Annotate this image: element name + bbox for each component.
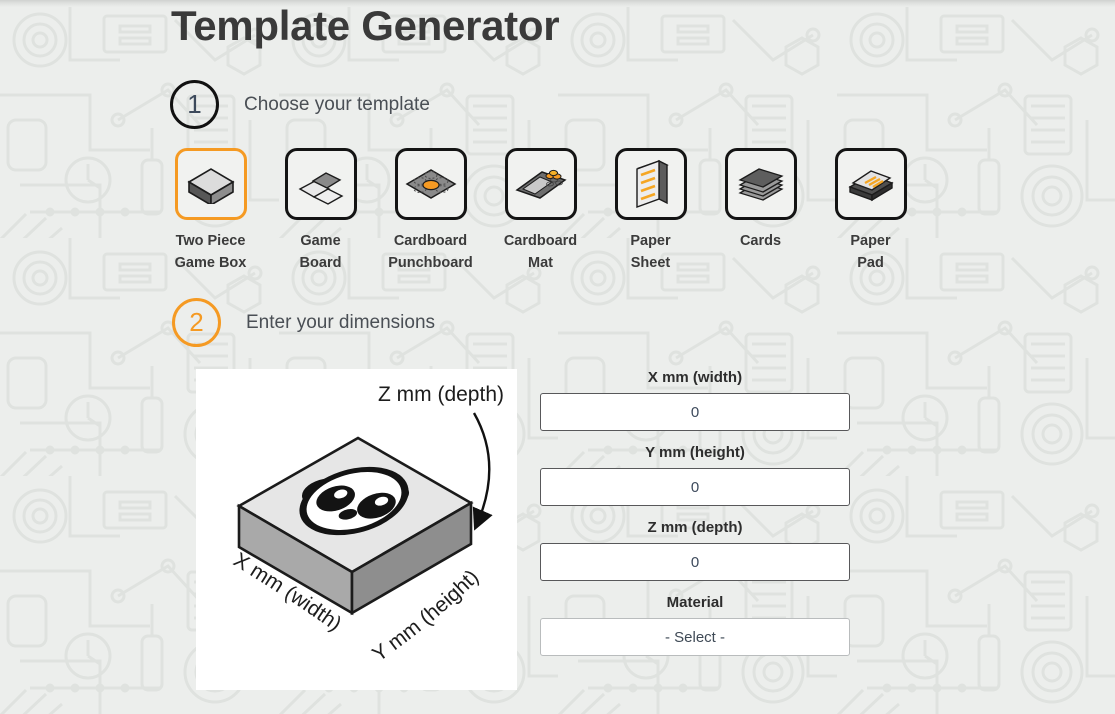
template-tile-cardboard-punchboard[interactable]	[394, 148, 467, 220]
field-label-z: Z mm (depth)	[647, 519, 743, 536]
template-option-paper-sheet[interactable]: Paper Sheet	[610, 148, 691, 275]
template-list: Two Piece Game Box Game Board Cardboard …	[170, 148, 911, 275]
template-label-line1: Cardboard	[503, 233, 578, 249]
template-label-line1: Paper	[850, 233, 891, 249]
field-label-material: Material	[666, 594, 724, 611]
template-label-paper-pad: Paper Pad	[850, 231, 890, 275]
template-option-game-board[interactable]: Game Board	[280, 148, 361, 275]
template-label-cardboard-punchboard: Cardboard Punchboard	[388, 231, 473, 275]
template-label-game-board: Game Board	[300, 231, 342, 275]
template-tile-paper-sheet[interactable]	[614, 148, 687, 220]
template-label-line1: Two Piece	[175, 233, 246, 249]
step-2-label: Enter your dimensions	[246, 311, 436, 333]
template-label-line1: Cards	[739, 233, 782, 249]
page-title: Template Generator	[171, 2, 560, 49]
cards-icon	[737, 168, 784, 201]
step-1-badge: 1	[170, 80, 219, 129]
field-label-y: Y mm (height)	[645, 444, 745, 461]
step-1-label: Choose your template	[244, 93, 430, 115]
template-label-line2: Pad	[857, 254, 884, 271]
template-option-cardboard-punchboard[interactable]: Cardboard Punchboard	[388, 148, 473, 275]
step-1-header: 1 Choose your template	[170, 80, 430, 129]
template-option-cards[interactable]: Cards	[720, 148, 801, 275]
template-option-cardboard-mat[interactable]: Cardboard Mat	[500, 148, 581, 275]
y-height-input[interactable]	[540, 468, 850, 506]
template-label-line2: Mat	[528, 254, 553, 271]
template-tile-two-piece-game-box[interactable]	[174, 148, 247, 220]
template-label-line2: Punchboard	[388, 254, 473, 271]
template-option-paper-pad[interactable]: Paper Pad	[830, 148, 911, 275]
template-label-line2: Sheet	[630, 254, 671, 271]
field-y: Y mm (height)	[540, 444, 850, 506]
template-label-line1: Game	[300, 233, 341, 249]
template-label-cardboard-mat: Cardboard Mat	[504, 231, 577, 275]
dimensions-form: X mm (width) Y mm (height) Z mm (depth) …	[540, 369, 850, 669]
template-label-paper-sheet: Paper Sheet	[630, 231, 670, 275]
material-select[interactable]: - Select -	[540, 618, 850, 656]
mat-icon	[514, 169, 567, 199]
template-option-two-piece-game-box[interactable]: Two Piece Game Box	[170, 148, 251, 275]
step-2-badge: 2	[172, 298, 221, 347]
paper-pad-icon	[847, 170, 894, 202]
field-x: X mm (width)	[540, 369, 850, 431]
illustration-label-z: Z mm (depth)	[378, 383, 504, 406]
game-board-icon	[298, 172, 343, 205]
step-2-header: 2 Enter your dimensions	[172, 298, 435, 347]
paper-sheet-icon	[635, 159, 669, 208]
field-label-x: X mm (width)	[647, 369, 743, 386]
template-tile-cards[interactable]	[724, 148, 797, 220]
x-width-input[interactable]	[540, 393, 850, 431]
punchboard-icon	[405, 169, 456, 199]
template-label-line2: Game Box	[174, 254, 247, 271]
template-tile-game-board[interactable]	[284, 148, 357, 220]
z-depth-input[interactable]	[540, 543, 850, 581]
template-label-line2: Board	[299, 254, 342, 271]
template-label-line1: Cardboard	[393, 233, 468, 249]
template-tile-cardboard-mat[interactable]	[504, 148, 577, 220]
template-label-line1: Paper	[630, 233, 671, 249]
template-label-two-piece-game-box: Two Piece Game Box	[175, 231, 247, 275]
template-tile-paper-pad[interactable]	[834, 148, 907, 220]
z-arrow	[472, 412, 493, 531]
field-z: Z mm (depth)	[540, 519, 850, 581]
template-label-cards: Cards	[740, 231, 781, 253]
box-icon	[186, 168, 235, 204]
dimension-illustration-panel: Z mm (depth) X mm (width) Y mm (height)	[196, 369, 517, 690]
field-material: Material - Select -	[540, 594, 850, 656]
two-piece-game-box-diagram: Z mm (depth) X mm (width) Y mm (height)	[229, 383, 504, 666]
